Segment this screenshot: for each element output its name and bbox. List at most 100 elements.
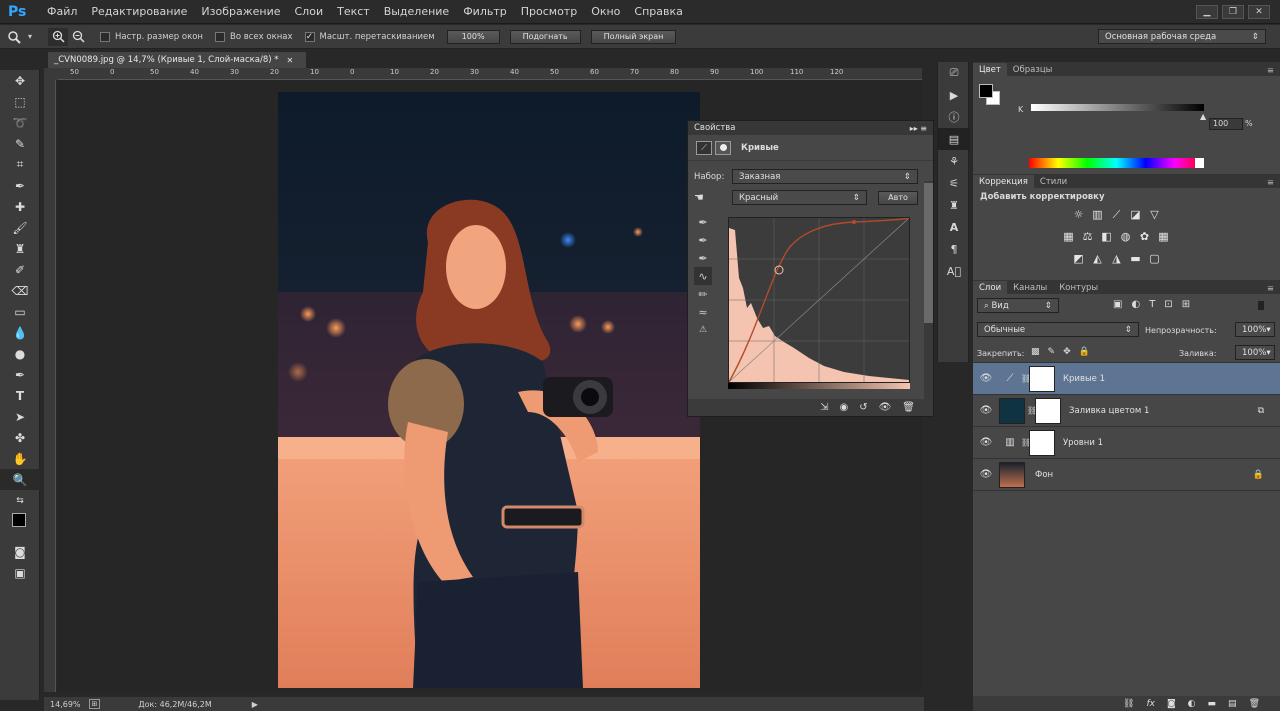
resize-windows-checkbox[interactable]: Настр. размер окон bbox=[100, 31, 203, 42]
shape-tool-icon[interactable]: ✤ bbox=[0, 427, 40, 448]
character-panel-icon[interactable]: A bbox=[938, 216, 970, 238]
pen-tool-icon[interactable]: ✒ bbox=[0, 364, 40, 385]
curve-edit-icon[interactable]: ∿ bbox=[694, 267, 712, 285]
smooth-icon[interactable]: ≈ bbox=[694, 303, 712, 321]
layer-name[interactable]: Уровни 1 bbox=[1063, 438, 1103, 448]
mask-icon[interactable] bbox=[715, 140, 731, 155]
gradient-map-icon[interactable]: ▬ bbox=[1126, 250, 1145, 267]
info-panel-icon[interactable]: ⓘ bbox=[938, 106, 970, 128]
layer-mask-thumbnail[interactable] bbox=[1029, 365, 1055, 392]
filter-pixel-icon[interactable]: ▣ bbox=[1113, 299, 1122, 310]
menu-edit[interactable]: Редактирование bbox=[84, 1, 194, 23]
paragraph-panel-icon[interactable]: ¶ bbox=[938, 238, 970, 260]
minimize-button[interactable]: ▁ bbox=[1196, 4, 1218, 19]
move-tool-icon[interactable]: ✥ bbox=[0, 70, 40, 91]
layer-row[interactable]: 👁 ⛓ Заливка цветом 1 ⧉ bbox=[973, 395, 1280, 427]
all-windows-checkbox[interactable]: Во всех окнах bbox=[214, 31, 293, 42]
visibility-eye-icon[interactable]: 👁 bbox=[879, 402, 892, 413]
healing-tool-icon[interactable]: ✚ bbox=[0, 196, 40, 217]
scrollbar-thumb[interactable] bbox=[924, 183, 933, 323]
reset-icon[interactable]: ↺ bbox=[859, 402, 867, 413]
zoom-out-icon[interactable] bbox=[68, 28, 88, 46]
vibrance-icon[interactable]: ▽ bbox=[1145, 206, 1164, 223]
menu-window[interactable]: Окно bbox=[584, 1, 627, 23]
brightness-icon[interactable]: ☼ bbox=[1069, 206, 1088, 223]
color-ramp-white[interactable] bbox=[1195, 158, 1204, 168]
filter-smart-icon[interactable]: ⊞ bbox=[1182, 299, 1190, 310]
workspace-select[interactable]: Основная рабочая среда ⇕ bbox=[1098, 29, 1266, 44]
delete-icon[interactable]: 🗑 bbox=[902, 402, 915, 413]
properties-header[interactable]: Свойства ▸▸ ≡ bbox=[688, 121, 933, 135]
eye-icon[interactable]: 👁 bbox=[973, 373, 999, 384]
layer-filter-select[interactable]: ⌕ Вид ⇕ bbox=[977, 298, 1059, 313]
type-tool-icon[interactable]: T bbox=[0, 385, 40, 406]
pencil-draw-icon[interactable]: ✏ bbox=[694, 285, 712, 303]
eraser-tool-icon[interactable]: ⌫ bbox=[0, 280, 40, 301]
tab-color[interactable]: Цвет bbox=[973, 63, 1007, 76]
exposure-icon[interactable]: ◪ bbox=[1126, 206, 1145, 223]
invert-icon[interactable]: ◩ bbox=[1069, 250, 1088, 267]
posterize-icon[interactable]: ◭ bbox=[1088, 250, 1107, 267]
layer-row[interactable]: 👁 Фон 🔒 bbox=[973, 459, 1280, 491]
properties-scrollbar[interactable] bbox=[924, 181, 933, 401]
status-icon[interactable]: ⊞ bbox=[88, 699, 101, 709]
zoom-tool-icon[interactable]: 🔍 bbox=[0, 469, 40, 490]
color-lookup-icon[interactable]: ▦ bbox=[1154, 228, 1173, 245]
tab-swatches[interactable]: Образцы bbox=[1007, 63, 1059, 76]
fill-color-thumbnail[interactable] bbox=[999, 397, 1025, 424]
brush-presets-icon[interactable]: ⚘ bbox=[938, 150, 970, 172]
fill-field[interactable]: 100% ▾ bbox=[1235, 345, 1275, 360]
status-arrow-icon[interactable]: ▶ bbox=[252, 700, 258, 709]
menu-view[interactable]: Просмотр bbox=[514, 1, 584, 23]
properties-panel-icon[interactable]: ▤ bbox=[938, 128, 970, 150]
styles-panel-icon[interactable]: A⃝ bbox=[938, 260, 970, 282]
history-brush-tool-icon[interactable]: ✐ bbox=[0, 259, 40, 280]
color-ramp[interactable] bbox=[1029, 158, 1204, 168]
eye-icon[interactable]: 👁 bbox=[973, 469, 999, 480]
eye-icon[interactable]: 👁 bbox=[973, 405, 999, 416]
background-thumbnail[interactable] bbox=[999, 461, 1025, 488]
fit-screen-button[interactable]: Подогнать bbox=[509, 29, 581, 44]
levels-icon[interactable]: ▥ bbox=[1088, 206, 1107, 223]
layer-row[interactable]: 👁 ▥ ⛓ Уровни 1 bbox=[973, 427, 1280, 459]
trash-icon[interactable]: 🗑 bbox=[1249, 699, 1260, 709]
new-adjustment-icon[interactable]: ◐ bbox=[1188, 699, 1196, 709]
ruler-origin[interactable] bbox=[44, 68, 58, 80]
crop-tool-icon[interactable]: ⌗ bbox=[0, 154, 40, 175]
black-point-eyedropper-icon[interactable]: ✒ bbox=[694, 213, 712, 231]
threshold-icon[interactable]: ◮ bbox=[1107, 250, 1126, 267]
photo-filter-icon[interactable]: ◍ bbox=[1116, 228, 1135, 245]
tab-styles[interactable]: Стили bbox=[1034, 175, 1073, 188]
curves-icon[interactable]: ⟋ bbox=[1107, 206, 1126, 223]
opacity-field[interactable]: 100% ▾ bbox=[1235, 322, 1275, 337]
zoom-100-button[interactable]: 100% bbox=[446, 29, 500, 44]
layer-mask-thumbnail[interactable] bbox=[1029, 429, 1055, 456]
black-white-icon[interactable]: ◧ bbox=[1097, 228, 1116, 245]
gray-point-eyedropper-icon[interactable]: ✒ bbox=[694, 231, 712, 249]
eyedropper-tool-icon[interactable]: ✒ bbox=[0, 175, 40, 196]
quick-select-tool-icon[interactable]: ✎ bbox=[0, 133, 40, 154]
screen-mode-icon[interactable]: ▣ bbox=[0, 562, 40, 583]
k-value-field[interactable]: 100 bbox=[1209, 118, 1243, 130]
blur-tool-icon[interactable]: 💧 bbox=[0, 322, 40, 343]
hand-tool-icon[interactable]: ✋ bbox=[0, 448, 40, 469]
tab-adjustments[interactable]: Коррекция bbox=[973, 175, 1034, 188]
k-slider[interactable] bbox=[1031, 104, 1204, 111]
lasso-tool-icon[interactable]: ➰ bbox=[0, 112, 40, 133]
fx-icon[interactable]: fx bbox=[1146, 699, 1155, 709]
panel-menu-icon[interactable]: ≡ bbox=[1267, 66, 1280, 76]
eye-icon[interactable]: 👁 bbox=[973, 437, 999, 448]
menu-image[interactable]: Изображение bbox=[194, 1, 287, 23]
blend-options-icon[interactable]: ⧉ bbox=[1258, 406, 1264, 416]
white-point-eyedropper-icon[interactable]: ✒ bbox=[694, 249, 712, 267]
filter-adjustment-icon[interactable]: ◐ bbox=[1131, 299, 1140, 310]
layer-row[interactable]: 👁 ⟋ ⛓ Кривые 1 bbox=[973, 363, 1280, 395]
filter-shape-icon[interactable]: ⊡ bbox=[1164, 299, 1172, 310]
lock-all-icon[interactable]: 🔒 bbox=[1079, 347, 1090, 357]
view-previous-icon[interactable]: ◉ bbox=[839, 402, 848, 413]
path-select-tool-icon[interactable]: ➤ bbox=[0, 406, 40, 427]
zoom-level[interactable]: 14,69% bbox=[50, 700, 81, 709]
close-tab-icon[interactable]: ✕ bbox=[287, 56, 294, 65]
zoom-in-icon[interactable] bbox=[48, 27, 68, 46]
link-icon[interactable]: ⛓ bbox=[1027, 406, 1037, 415]
